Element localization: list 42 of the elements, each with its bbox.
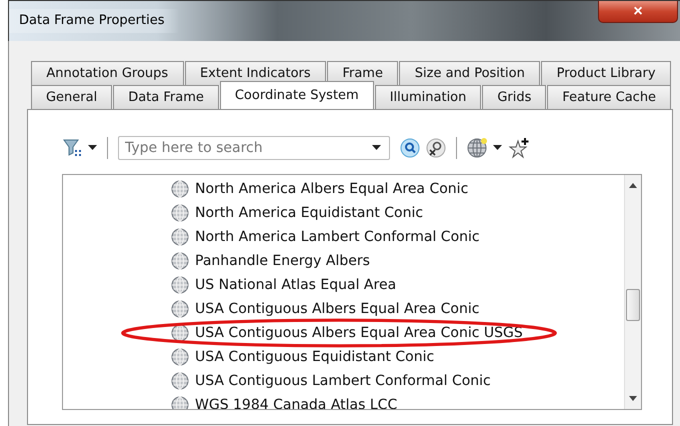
star-add-icon[interactable]: [508, 137, 530, 159]
globe-icon: [171, 348, 189, 366]
scroll-down-icon[interactable]: [629, 396, 637, 401]
globe-icon: [171, 228, 189, 246]
globe-icon: [171, 324, 189, 342]
list-item[interactable]: North America Equidistant Conic: [195, 205, 424, 221]
list-item[interactable]: WGS 1984 Canada Atlas LCC: [195, 397, 398, 409]
close-button[interactable]: ×: [598, 1, 678, 23]
tab[interactable]: Feature Cache: [547, 85, 672, 109]
globe-icon: [171, 204, 189, 222]
list-item[interactable]: US National Atlas Equal Area: [195, 277, 396, 293]
window-title: Data Frame Properties: [9, 9, 179, 33]
tab[interactable]: Grids: [482, 85, 546, 109]
list-item[interactable]: USA Contiguous Albers Equal Area Conic: [195, 301, 480, 317]
search-icon[interactable]: [400, 138, 420, 158]
globe-icon: [171, 396, 189, 409]
scroll-up-icon[interactable]: [629, 183, 637, 188]
filter-icon[interactable]: [62, 137, 84, 159]
tab[interactable]: Coordinate System: [220, 81, 374, 109]
search-field[interactable]: Type here to search: [118, 136, 390, 160]
tab[interactable]: Data Frame: [113, 85, 219, 109]
tab[interactable]: Illumination: [374, 85, 482, 109]
list-item[interactable]: USA Contiguous Lambert Conformal Conic: [195, 373, 491, 389]
list-item[interactable]: North America Albers Equal Area Conic: [195, 181, 468, 197]
list-item[interactable]: USA Contiguous Equidistant Conic: [195, 349, 434, 365]
tab[interactable]: Product Library: [541, 61, 671, 85]
tab[interactable]: Annotation Groups: [31, 61, 184, 85]
tab[interactable]: Size and Position: [399, 61, 540, 85]
scroll-thumb[interactable]: [626, 289, 640, 321]
globe-icon: [171, 252, 189, 270]
caret-icon[interactable]: [88, 145, 97, 151]
tab[interactable]: General: [31, 85, 112, 109]
globe-icon: [171, 372, 189, 390]
globe-icon: [171, 276, 189, 294]
list-item[interactable]: Panhandle Energy Albers: [195, 253, 370, 269]
globe-icon: [171, 300, 189, 318]
scrollbar[interactable]: [624, 175, 641, 409]
globe-icon: [171, 180, 189, 198]
list-item[interactable]: North America Lambert Conformal Conic: [195, 229, 480, 245]
caret-icon[interactable]: [372, 145, 381, 151]
caret-icon[interactable]: [493, 145, 502, 151]
globe-icon[interactable]: [467, 137, 489, 159]
